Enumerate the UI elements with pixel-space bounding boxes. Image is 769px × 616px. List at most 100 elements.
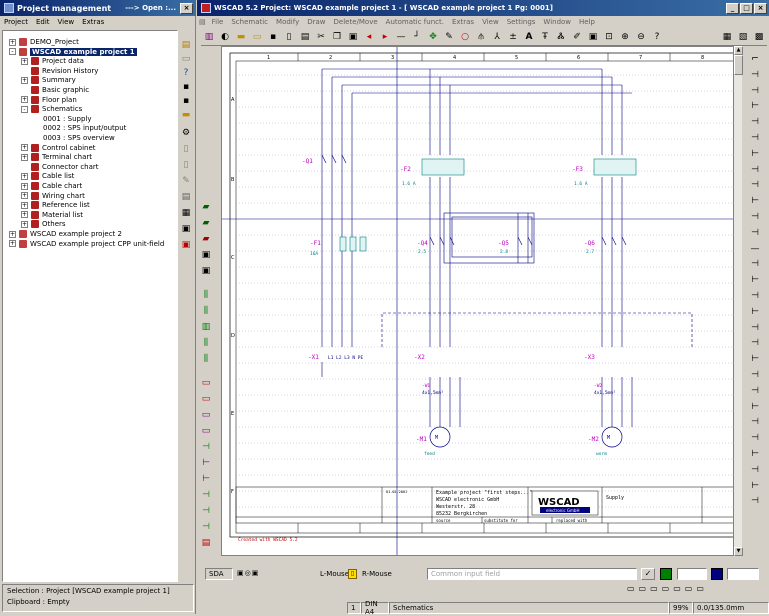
wire-tool-icon[interactable]: ⊣ (748, 415, 762, 429)
menu-file[interactable]: File (208, 18, 228, 26)
export-icon[interactable]: ▦ (179, 206, 193, 220)
cut-icon[interactable]: ✂ (314, 31, 328, 44)
page-icon[interactable]: ▯ (179, 142, 193, 156)
folder-icon[interactable]: ▬ (179, 108, 193, 122)
palette-icon-2[interactable]: ▰ (199, 216, 213, 230)
tree-item[interactable]: + Others (21, 219, 66, 229)
wire-tool-icon[interactable]: ⊢ (748, 479, 762, 493)
wire-tool-icon[interactable]: ⊣ (748, 336, 762, 350)
expand-icon[interactable]: + (21, 211, 28, 219)
bars-icon[interactable]: ▥ (202, 31, 216, 44)
expand-icon[interactable]: + (21, 153, 28, 161)
menu-view[interactable]: View (478, 18, 503, 26)
pencil-icon[interactable]: ✐ (570, 31, 584, 44)
tree-item[interactable]: + Cable list (21, 171, 74, 181)
tree-item[interactable]: 0002 : SPS input/output (33, 123, 126, 133)
tree-item[interactable]: + Wiring chart (21, 191, 85, 201)
symbol-icon-2[interactable]: ⫼ (199, 304, 213, 318)
save-icon[interactable]: ▪ (179, 80, 193, 94)
snap-icons[interactable]: ▣◎▣ (237, 569, 271, 579)
edit-icon[interactable]: ✎ (179, 174, 193, 188)
expand-icon[interactable]: + (21, 76, 28, 84)
wire-tool-icon[interactable]: ⊢ (748, 447, 762, 461)
common-input-field[interactable]: Common input field (427, 568, 637, 580)
tree-item[interactable]: + Project data (21, 56, 84, 66)
text-style-field[interactable] (727, 568, 759, 580)
pen-icon[interactable]: ✎ (442, 31, 456, 44)
wire-tool-icon[interactable]: ⊢ (748, 147, 762, 161)
palette-icon-3[interactable]: ▰ (199, 232, 213, 246)
open-folder-icon[interactable]: ▬ (234, 31, 248, 44)
expand-icon[interactable]: + (9, 38, 16, 46)
wire-icon[interactable]: ┘ (410, 31, 424, 44)
arrange-icon[interactable]: ▧ (736, 31, 750, 44)
wire-tool-icon[interactable]: ⊣ (748, 431, 762, 445)
collapse-icon[interactable]: - (9, 48, 16, 56)
project-management-titlebar[interactable]: Project management ---> Open :... × (0, 0, 196, 16)
new-page-icon[interactable]: ▯ (282, 31, 296, 44)
wire-tool-icon[interactable]: ⊣ (748, 210, 762, 224)
symbol-icon-13[interactable]: ⊣ (199, 488, 213, 502)
menu-view[interactable]: View (54, 18, 79, 26)
wire-tool-icon[interactable]: ⊣ (748, 84, 762, 98)
symbol-icon-1[interactable]: ⫼ (199, 288, 213, 302)
wire-tool-icon[interactable]: ⊣ (748, 289, 762, 303)
print-icon[interactable]: ▤ (298, 31, 312, 44)
tree-item[interactable]: + Reference list (21, 200, 90, 210)
symbol-icon-11[interactable]: ⊢ (199, 456, 213, 470)
palette-icon-5[interactable]: ▣ (199, 264, 213, 278)
wire-tool-icon[interactable]: ⊢ (748, 194, 762, 208)
app-logo-icon[interactable]: ▣ (179, 238, 193, 252)
doc-icon[interactable]: ▤ (197, 18, 208, 26)
symbol-icon-8[interactable]: ▭ (199, 408, 213, 422)
layout-icon[interactable]: ▦ (720, 31, 734, 44)
copy-icon[interactable]: ❐ (330, 31, 344, 44)
copy-icon[interactable]: ▯ (179, 158, 193, 172)
tree-item[interactable]: Basic graphic (21, 85, 89, 95)
main-titlebar[interactable]: WSCAD 5.2 Project: WSCAD example project… (197, 0, 769, 16)
scroll-down-icon[interactable]: ▼ (734, 547, 743, 556)
wire-tool-icon[interactable]: ⊣ (748, 257, 762, 271)
wire-tool-icon[interactable]: ⊢ (748, 273, 762, 287)
symbol-icon-6[interactable]: ▭ (199, 376, 213, 390)
wire-tool-icon[interactable]: ⊣ (748, 321, 762, 335)
menu-edit[interactable]: Edit (32, 18, 54, 26)
menu-extras[interactable]: Extras (78, 18, 108, 26)
project-tree[interactable]: + DEMO_Project - WSCAD example project 1 + Pr… (2, 30, 178, 582)
wire-tool-icon[interactable]: ⊣ (748, 131, 762, 145)
zoom-window-icon[interactable]: ⊡ (602, 31, 616, 44)
expand-icon[interactable]: + (21, 220, 28, 228)
minimize-icon[interactable]: _ (726, 2, 739, 14)
move-icon[interactable]: ✥ (426, 31, 440, 44)
wire-tool-icon[interactable]: ⊣ (748, 463, 762, 477)
symbol-icon-3[interactable]: ▥ (199, 320, 213, 334)
menu-automatic[interactable]: Automatic funct. (382, 18, 448, 26)
symbol-icon-5[interactable]: ⫼ (199, 352, 213, 366)
menu-delete-move[interactable]: Delete/Move (330, 18, 382, 26)
text-icon[interactable]: A (522, 31, 536, 44)
save-as-icon[interactable]: ▪ (179, 94, 193, 108)
menu-settings[interactable]: Settings (503, 18, 540, 26)
menu-project[interactable]: Project (0, 18, 32, 26)
expand-icon[interactable]: + (9, 230, 16, 238)
wire-tool-icon[interactable]: ⊣ (748, 178, 762, 192)
new-icon[interactable]: ▤ (179, 38, 193, 52)
symbol-icon-12[interactable]: ⊢ (199, 472, 213, 486)
open-icon[interactable]: ▭ (179, 52, 193, 66)
scroll-up-icon[interactable]: ▲ (734, 46, 743, 55)
vertical-scrollbar[interactable]: ▲ ▼ (733, 46, 743, 556)
wire-tool-icon[interactable]: ⊣ (748, 384, 762, 398)
symbol-icon-16[interactable]: ▤ (199, 536, 213, 550)
color-swatch-green[interactable] (660, 568, 672, 580)
tree-item[interactable]: + Terminal chart (21, 152, 92, 162)
tree-item[interactable]: 0003 : SPS overview (33, 133, 115, 143)
tree-item[interactable]: 0001 : Supply (33, 114, 91, 124)
tree-item[interactable]: + Floor plan (21, 95, 77, 105)
stickman-icon[interactable]: ⅄ (490, 31, 504, 44)
tree-item[interactable]: + Material list (21, 210, 83, 220)
collapse-icon[interactable]: - (21, 105, 28, 113)
view-icon[interactable]: ▣ (179, 222, 193, 236)
tree-item[interactable]: + Control cabinet (21, 143, 96, 153)
symbol-icon-4[interactable]: ⫼ (199, 336, 213, 350)
wire-tool-icon[interactable]: ⌐ (748, 52, 762, 66)
